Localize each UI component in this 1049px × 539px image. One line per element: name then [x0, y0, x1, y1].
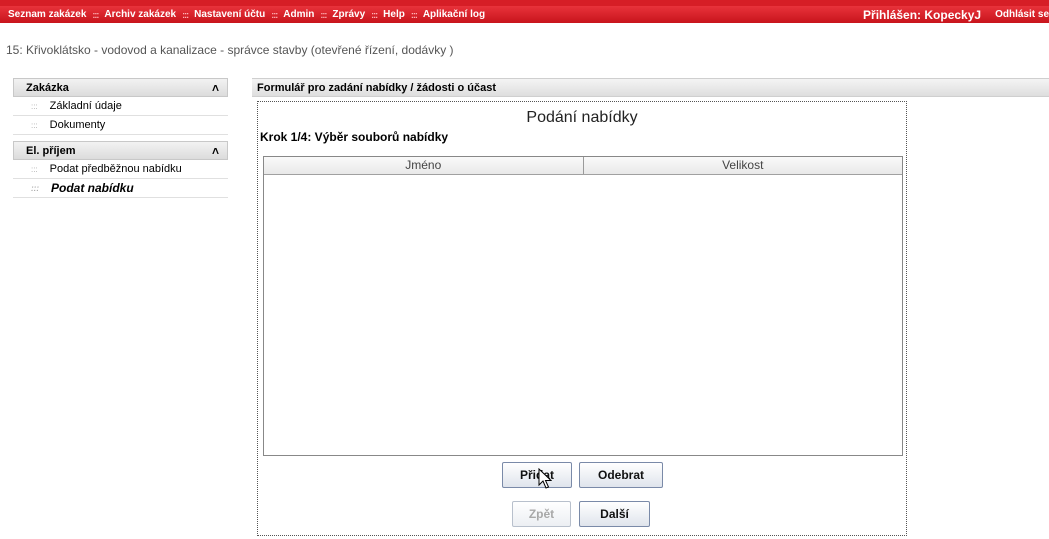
sidebar-item-label: Dokumenty — [49, 119, 106, 131]
double-chevron-up-icon[interactable]: ˄ — [212, 81, 219, 95]
sidebar-item-podat-predbeznou-nabidku[interactable]: ::: Podat předběžnou nabídku — [13, 160, 228, 179]
nav-archiv-zakazek[interactable]: Archiv zakázek — [104, 9, 176, 20]
page-title: 15: Křivoklátsko - vodovod a kanalizace … — [6, 43, 454, 57]
menu-separator: ::: — [320, 9, 327, 20]
menu-separator: ::: — [92, 9, 99, 20]
applet-title: Podání nabídky — [526, 109, 638, 126]
table-header: Jméno Velikost — [264, 157, 902, 175]
nav-zpravy[interactable]: Zprávy — [332, 9, 365, 20]
dots-bullet-icon: ::: — [31, 164, 38, 174]
add-file-button[interactable]: Přidat — [502, 462, 572, 488]
nav-seznam-zakazek[interactable]: Seznam zakázek — [8, 9, 86, 20]
column-header-name[interactable]: Jméno — [264, 157, 583, 174]
double-chevron-up-icon[interactable]: ˄ — [212, 144, 219, 158]
sidebar-item-podat-nabidku[interactable]: ::: Podat nabídku — [13, 179, 228, 198]
form-panel-header: Formulář pro zadání nabídky / žádosti o … — [252, 78, 1049, 97]
back-button[interactable]: Zpět — [512, 501, 571, 527]
dots-bullet-icon: ::: — [31, 120, 38, 130]
sidebar-item-label: Základní údaje — [49, 100, 122, 112]
menu-separator: ::: — [371, 9, 378, 20]
sidebar: Zakázka ˄ ::: Základní údaje ::: Dokumen… — [13, 78, 228, 198]
dots-bullet-icon: ::: — [31, 101, 38, 111]
step-label: Krok 1/4: Výběr souborů nabídky — [260, 130, 449, 144]
nav-nastaveni-uctu[interactable]: Nastavení účtu — [194, 9, 265, 20]
column-header-size[interactable]: Velikost — [582, 157, 902, 174]
next-button[interactable]: Další — [579, 501, 650, 527]
sidebar-section-el-prijem[interactable]: El. příjem ˄ — [13, 141, 228, 160]
menu-separator: ::: — [410, 9, 418, 20]
sidebar-section-zakazka[interactable]: Zakázka ˄ — [13, 78, 228, 97]
menu-separator: ::: — [182, 9, 189, 20]
sidebar-section-title: Zakázka — [26, 81, 69, 94]
logged-in-user: Přihlášen: KopeckyJ — [863, 7, 982, 22]
user-area: Přihlášen: KopeckyJ Odhlásit se — [863, 6, 1049, 23]
sidebar-item-zakladni-udaje[interactable]: ::: Základní údaje — [13, 97, 228, 116]
logout-link[interactable]: Odhlásit se — [995, 9, 1049, 20]
sidebar-item-label: Podat nabídku — [51, 181, 134, 195]
nav-admin[interactable]: Admin — [283, 9, 314, 20]
remove-file-button[interactable]: Odebrat — [579, 462, 663, 488]
main-menu: Seznam zakázek ::: Archiv zakázek ::: Na… — [0, 9, 485, 20]
dots-bullet-icon: ::: — [31, 183, 39, 193]
nav-help[interactable]: Help — [383, 9, 405, 20]
sidebar-item-dokumenty[interactable]: ::: Dokumenty — [13, 116, 228, 135]
nav-aplikacni-log[interactable]: Aplikační log — [423, 9, 485, 20]
sidebar-item-label: Podat předběžnou nabídku — [49, 163, 182, 175]
menu-separator: ::: — [271, 9, 278, 20]
file-table[interactable]: Jméno Velikost — [263, 156, 903, 456]
sidebar-section-title: El. příjem — [26, 144, 76, 157]
top-navigation-bar: Seznam zakázek ::: Archiv zakázek ::: Na… — [0, 0, 1049, 23]
